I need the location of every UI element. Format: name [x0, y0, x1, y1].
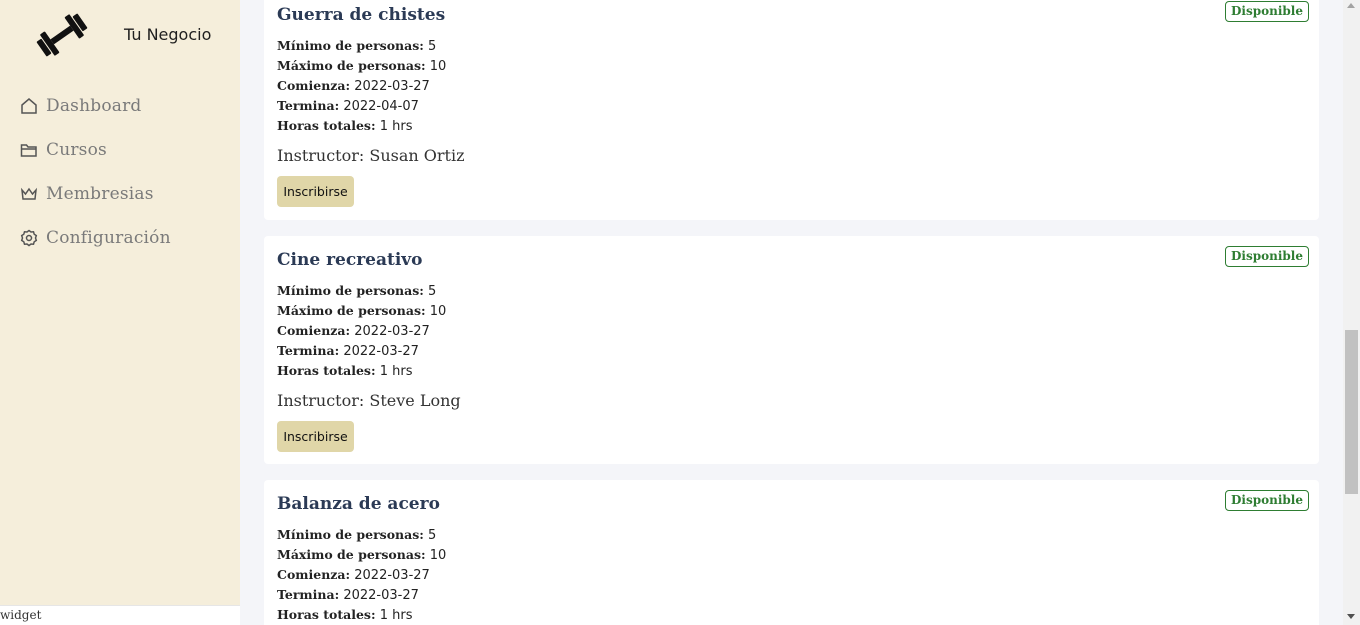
sidebar-item-label: Cursos: [46, 140, 107, 160]
detail-value: 5: [428, 39, 437, 54]
detail-start: Comienza: 2022-03-27: [277, 565, 446, 585]
scroll-up-arrow-icon[interactable]: [1347, 3, 1355, 8]
detail-label: Mínimo de personas:: [277, 283, 424, 298]
sidebar-nav: Dashboard Cursos Membresias Configuració…: [0, 84, 240, 260]
detail-value: 1 hrs: [379, 608, 413, 623]
sidebar-item-label: Configuración: [46, 228, 171, 248]
home-icon: [21, 98, 37, 114]
course-instructor: Instructor: Steve Long: [277, 391, 461, 410]
scroll-thumb[interactable]: [1345, 330, 1358, 494]
course-title: Balanza de acero: [277, 494, 440, 514]
folder-icon: [20, 144, 37, 157]
course-instructor: Instructor: Susan Ortiz: [277, 146, 465, 165]
detail-value: 5: [428, 528, 437, 543]
detail-hours: Horas totales: 1 hrs: [277, 605, 446, 625]
detail-label: Mínimo de personas:: [277, 527, 424, 542]
detail-label: Comienza:: [277, 78, 351, 93]
detail-value: 10: [429, 304, 447, 319]
course-card: Balanza de acero Disponible Mínimo de pe…: [264, 480, 1319, 625]
course-details: Mínimo de personas: 5 Máximo de personas…: [277, 281, 446, 381]
detail-min: Mínimo de personas: 5: [277, 281, 446, 301]
brand-name: Tu Negocio: [124, 25, 212, 44]
status-badge: Disponible: [1225, 490, 1309, 511]
detail-max: Máximo de personas: 10: [277, 545, 446, 565]
sidebar: Tu Negocio Dashboard Cursos Membresias C…: [0, 0, 240, 625]
enroll-button[interactable]: Inscribirse: [277, 176, 354, 207]
detail-label: Termina:: [277, 98, 340, 113]
detail-value: 10: [429, 59, 447, 74]
sidebar-item-configuracion[interactable]: Configuración: [0, 216, 240, 260]
detail-end: Termina: 2022-03-27: [277, 585, 446, 605]
detail-label: Comienza:: [277, 567, 351, 582]
course-title: Cine recreativo: [277, 250, 423, 270]
crown-icon: [20, 187, 38, 200]
detail-label: Máximo de personas:: [277, 303, 426, 318]
sidebar-item-label: Membresias: [46, 184, 154, 204]
detail-value: 2022-03-27: [343, 344, 419, 359]
detail-label: Mínimo de personas:: [277, 38, 424, 53]
sidebar-item-cursos[interactable]: Cursos: [0, 128, 240, 172]
enroll-button[interactable]: Inscribirse: [277, 421, 354, 452]
detail-min: Mínimo de personas: 5: [277, 525, 446, 545]
detail-hours: Horas totales: 1 hrs: [277, 361, 446, 381]
detail-label: Termina:: [277, 343, 340, 358]
detail-end: Termina: 2022-03-27: [277, 341, 446, 361]
scroll-down-arrow-icon[interactable]: [1347, 614, 1355, 619]
detail-value: 10: [429, 548, 447, 563]
detail-value: 1 hrs: [379, 364, 413, 379]
detail-label: Máximo de personas:: [277, 547, 426, 562]
detail-label: Horas totales:: [277, 118, 376, 133]
status-badge: Disponible: [1225, 1, 1309, 22]
detail-value: 2022-03-27: [354, 568, 430, 583]
status-bar: widget: [0, 605, 240, 625]
detail-value: 5: [428, 284, 437, 299]
detail-value: 2022-03-27: [354, 324, 430, 339]
course-card: Guerra de chistes Disponible Mínimo de p…: [264, 0, 1319, 220]
detail-value: 2022-03-27: [354, 79, 430, 94]
detail-label: Horas totales:: [277, 363, 376, 378]
status-badge: Disponible: [1225, 246, 1309, 267]
dumbbell-icon: [36, 13, 88, 57]
detail-hours: Horas totales: 1 hrs: [277, 116, 446, 136]
detail-label: Comienza:: [277, 323, 351, 338]
detail-value: 2022-03-27: [343, 588, 419, 603]
detail-start: Comienza: 2022-03-27: [277, 321, 446, 341]
detail-label: Termina:: [277, 587, 340, 602]
detail-end: Termina: 2022-04-07: [277, 96, 446, 116]
sidebar-item-membresias[interactable]: Membresias: [0, 172, 240, 216]
course-card: Cine recreativo Disponible Mínimo de per…: [264, 236, 1319, 464]
brand[interactable]: Tu Negocio: [0, 0, 240, 70]
detail-max: Máximo de personas: 10: [277, 56, 446, 76]
detail-start: Comienza: 2022-03-27: [277, 76, 446, 96]
course-details: Mínimo de personas: 5 Máximo de personas…: [277, 525, 446, 625]
course-details: Mínimo de personas: 5 Máximo de personas…: [277, 36, 446, 136]
vertical-scrollbar[interactable]: [1343, 0, 1360, 625]
detail-label: Horas totales:: [277, 607, 376, 622]
detail-max: Máximo de personas: 10: [277, 301, 446, 321]
sidebar-item-label: Dashboard: [46, 96, 142, 116]
main-content: Guerra de chistes Disponible Mínimo de p…: [240, 0, 1343, 625]
course-title: Guerra de chistes: [277, 5, 446, 25]
detail-value: 2022-04-07: [343, 99, 419, 114]
detail-label: Máximo de personas:: [277, 58, 426, 73]
detail-value: 1 hrs: [379, 119, 413, 134]
detail-min: Mínimo de personas: 5: [277, 36, 446, 56]
sidebar-item-dashboard[interactable]: Dashboard: [0, 84, 240, 128]
gear-icon: [20, 229, 38, 247]
